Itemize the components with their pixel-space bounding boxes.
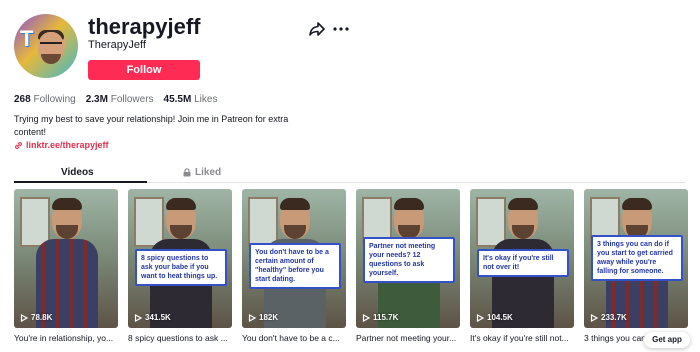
stat-label: Following [33, 94, 76, 105]
video-title[interactable]: You don't have to be a c... [242, 333, 346, 343]
thumbnail-window [248, 197, 278, 247]
avatar-logo-letter: T [20, 26, 34, 51]
view-count: 115.7K [362, 313, 398, 322]
video-title[interactable]: It's okay if you're still not... [470, 333, 574, 343]
tab-videos[interactable]: Videos [61, 167, 94, 178]
video-title[interactable]: 8 spicy questions to ask ... [128, 333, 232, 343]
tab-active-indicator [14, 181, 147, 183]
video-thumbnail[interactable]: Partner not meeting your needs? 12 quest… [356, 189, 460, 328]
view-count: 78.8K [20, 313, 52, 322]
thumbnail-hair [508, 198, 538, 210]
video-thumbnail[interactable]: 8 spicy questions to ask your babe if yo… [128, 189, 232, 328]
share-icon[interactable] [308, 20, 326, 38]
thumbnail-hair [166, 198, 196, 210]
thumbnail-hair [622, 198, 652, 210]
video-thumbnail[interactable]: 3 things you can do if you start to get … [584, 189, 688, 328]
profile-link-text: linktr.ee/therapyjeff [26, 140, 109, 150]
play-icon [362, 313, 370, 322]
thumbnail-window [134, 197, 164, 247]
profile-bio: Trying my best to save your relationship… [14, 114, 289, 137]
thumbnail-window [20, 197, 50, 247]
stat-label: Likes [194, 94, 218, 105]
view-count: 341.5K [134, 313, 171, 322]
video-card[interactable]: 3 things you can do if you start to get … [584, 189, 688, 343]
view-count: 104.5K [476, 313, 513, 322]
avatar-glasses [40, 42, 62, 48]
video-overlay-caption: 8 spicy questions to ask your babe if yo… [135, 249, 227, 286]
video-title[interactable]: Partner not meeting your... [356, 333, 460, 343]
video-thumbnail[interactable]: 78.8K [14, 189, 118, 328]
play-icon [248, 313, 256, 322]
profile-link[interactable]: linktr.ee/therapyjeff [14, 140, 109, 150]
profile-nickname: TherapyJeff [88, 39, 146, 51]
video-overlay-caption: You don't have to be a certain amount of… [249, 243, 341, 289]
thumbnail-hair [52, 198, 82, 210]
profile-stats: 268 Following 2.3M Followers 45.5M Likes [14, 94, 217, 105]
view-count-text: 104.5K [487, 313, 513, 322]
video-card[interactable]: You don't have to be a certain amount of… [242, 189, 346, 343]
lock-icon [183, 168, 191, 177]
thumbnail-hair [280, 198, 310, 210]
view-count: 182K [248, 313, 278, 322]
get-app-button[interactable]: Get app [644, 332, 690, 348]
view-count-text: 78.8K [31, 313, 53, 322]
video-overlay-caption: 3 things you can do if you start to get … [591, 235, 683, 281]
thumbnail-window [476, 197, 506, 247]
thumbnail-hair [394, 198, 424, 210]
stat-value: 268 [14, 94, 31, 105]
view-count-text: 233.7K [601, 313, 627, 322]
play-icon [20, 313, 28, 322]
tab-liked-label: Liked [195, 167, 222, 178]
avatar-beard [41, 54, 61, 64]
play-icon [476, 313, 484, 322]
video-title[interactable]: You're in relationship, yo... [14, 333, 118, 343]
video-thumbnail[interactable]: You don't have to be a certain amount of… [242, 189, 346, 328]
profile-username: therapyjeff [88, 14, 201, 39]
follow-button[interactable]: Follow [88, 60, 200, 80]
stat-followers[interactable]: 2.3M Followers [86, 94, 154, 105]
stat-value: 2.3M [85, 94, 108, 105]
link-icon [15, 141, 22, 149]
tab-liked[interactable]: Liked [183, 167, 221, 178]
video-card[interactable]: 78.8K You're in relationship, yo... [14, 189, 118, 343]
play-icon [590, 313, 598, 322]
profile-avatar[interactable]: T [14, 14, 78, 78]
view-count-text: 182K [259, 313, 279, 322]
video-card[interactable]: Partner not meeting your needs? 12 quest… [356, 189, 460, 343]
stat-following[interactable]: 268 Following [14, 94, 76, 105]
stat-label: Followers [110, 94, 154, 105]
stat-value: 45.5M [163, 94, 192, 105]
profile-tabs: Videos Liked [14, 163, 686, 183]
view-count-text: 115.7K [373, 313, 399, 322]
video-thumbnail[interactable]: It's okay if you're still not over it! 1… [470, 189, 574, 328]
view-count: 233.7K [590, 313, 627, 322]
video-card[interactable]: 8 spicy questions to ask your babe if yo… [128, 189, 232, 343]
stat-likes: 45.5M Likes [164, 94, 218, 105]
view-count-text: 341.5K [145, 313, 171, 322]
play-icon [134, 313, 142, 322]
more-options-icon[interactable] [332, 20, 350, 38]
video-overlay-caption: It's okay if you're still not over it! [477, 249, 569, 277]
video-overlay-caption: Partner not meeting your needs? 12 quest… [363, 237, 455, 283]
video-card[interactable]: It's okay if you're still not over it! 1… [470, 189, 574, 343]
